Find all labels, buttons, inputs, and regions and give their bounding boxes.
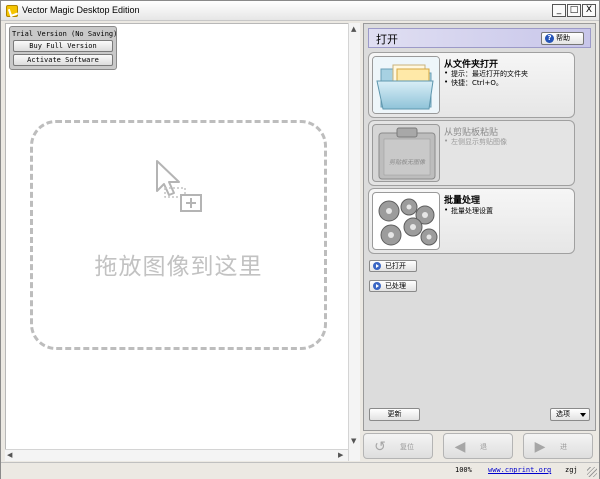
vertical-scrollbar[interactable]: ▲ ▼	[348, 23, 360, 461]
app-icon	[6, 5, 18, 17]
help-icon: ?	[545, 34, 554, 43]
scroll-left-icon[interactable]: ◀	[7, 451, 12, 459]
resize-grip-icon[interactable]	[587, 467, 597, 477]
folder-icon	[373, 57, 439, 113]
gears-icon	[378, 198, 438, 246]
drag-drop-icon	[156, 160, 202, 212]
window-controls: _ □ X	[552, 4, 596, 17]
scroll-down-icon[interactable]: ▼	[351, 437, 356, 445]
reset-button[interactable]: ↺ 复位	[363, 433, 433, 459]
drop-hint-text: 拖放图像到这里	[94, 254, 263, 280]
clipboard-thumbnail: 剪贴板无图像	[372, 124, 440, 182]
batch-processing-title: 批量处理	[444, 196, 481, 206]
website-link[interactable]: www.cnprint.org	[488, 466, 551, 474]
paste-from-clipboard-card[interactable]: 剪贴板无图像 从剪贴板粘贴 左侧显示剪贴图像	[368, 120, 575, 186]
help-button[interactable]: ? 帮助	[541, 32, 584, 45]
scroll-up-icon[interactable]: ▲	[351, 25, 356, 33]
undo-icon: ↺	[374, 439, 386, 455]
processed-list-label: 已处理	[385, 282, 406, 290]
status-bar: 100% www.cnprint.org zgj	[1, 462, 599, 479]
panel-header: 打开 ? 帮助	[368, 28, 591, 48]
play-icon	[373, 262, 381, 270]
folder-thumbnail	[372, 56, 440, 114]
help-label: 帮助	[556, 34, 570, 42]
back-button[interactable]: ◀ 退	[443, 433, 513, 459]
wizard-nav-bar: ↺ 复位 ◀ 退 ▶ 进	[363, 431, 596, 461]
activate-software-button[interactable]: Activate Software	[13, 54, 113, 66]
back-arrow-icon: ◀	[454, 439, 466, 455]
opened-list-label: 已打开	[385, 262, 406, 270]
user-label: zgj	[565, 466, 578, 474]
panel-title: 打开	[376, 33, 398, 46]
minimize-button[interactable]: _	[552, 4, 566, 17]
zoom-level: 100%	[455, 466, 472, 474]
next-button[interactable]: ▶ 进	[523, 433, 593, 459]
maximize-button[interactable]: □	[567, 4, 581, 17]
paste-from-clipboard-tip: 左侧显示剪贴图像	[444, 137, 507, 147]
reset-label: 复位	[400, 443, 414, 451]
scroll-right-icon[interactable]: ▶	[338, 451, 343, 459]
trial-panel: Trial Version (No Saving) Buy Full Versi…	[9, 26, 117, 70]
processed-list-button[interactable]: 已处理	[369, 280, 417, 292]
next-arrow-icon: ▶	[534, 439, 546, 455]
back-label: 退	[480, 443, 487, 451]
options-label: 选项	[556, 410, 570, 418]
clipboard-icon	[378, 127, 436, 180]
app-window: Vector Magic Desktop Edition _ □ X Trial…	[0, 0, 600, 479]
batch-processing-card[interactable]: 批量处理 批量处理设置	[368, 188, 575, 254]
opened-list-button[interactable]: 已打开	[369, 260, 417, 272]
image-canvas[interactable]: Trial Version (No Saving) Buy Full Versi…	[5, 23, 360, 461]
window-title: Vector Magic Desktop Edition	[22, 5, 140, 15]
update-button[interactable]: 更新	[369, 408, 420, 421]
clipboard-empty-text: 剪贴板无图像	[388, 159, 425, 166]
batch-processing-settings: 批量处理设置	[444, 206, 493, 216]
trial-title: Trial Version (No Saving)	[12, 30, 118, 38]
open-from-folder-card[interactable]: 从文件夹打开 提示：最近打开的文件夹 快捷：Ctrl+O。	[368, 52, 575, 118]
open-panel: 打开 ? 帮助 从文件夹打开 • 提示：最近打开的文件夹 • 快捷：Ctrl+O…	[363, 23, 596, 431]
next-label: 进	[560, 443, 567, 451]
title-bar[interactable]: Vector Magic Desktop Edition _ □ X	[1, 1, 599, 21]
close-button[interactable]: X	[582, 4, 596, 17]
horizontal-scrollbar[interactable]: ◀ ▶	[5, 449, 348, 461]
drop-zone[interactable]: 拖放图像到这里	[30, 120, 327, 350]
chevron-down-icon	[580, 413, 586, 417]
buy-full-version-button[interactable]: Buy Full Version	[13, 40, 113, 52]
play-icon	[373, 282, 381, 290]
open-from-folder-shortcut: 快捷：Ctrl+O。	[444, 78, 503, 88]
batch-thumbnail	[372, 192, 440, 250]
options-button[interactable]: 选项	[550, 408, 590, 421]
